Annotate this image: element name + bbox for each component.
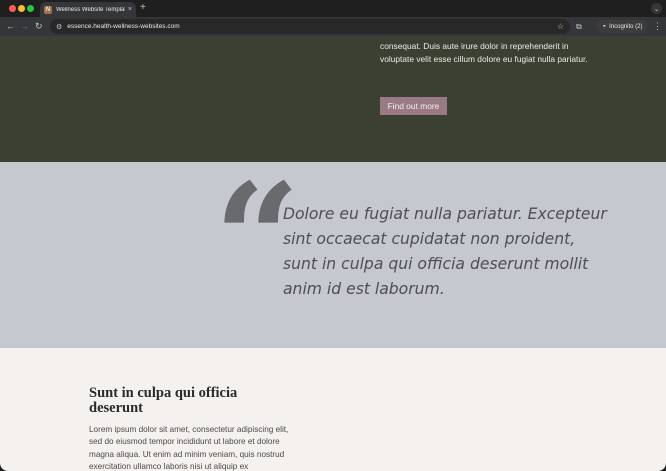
web-page: consequat. Duis aute irure dolor in repr…	[0, 36, 666, 471]
incognito-label: Incognito (2)	[609, 23, 643, 30]
browser-tab[interactable]: N Wellness Website Template - ×	[40, 2, 136, 17]
bookmark-star-icon[interactable]: ☆	[557, 22, 564, 31]
url-text: essence.health-wellness-websites.com	[67, 23, 180, 30]
minimize-window-button[interactable]	[18, 5, 25, 12]
section-title: Sunt in culpa qui officia deserunt	[89, 385, 238, 416]
title-bar: N Wellness Website Template - × + ⌄	[0, 0, 666, 17]
quote-text: Dolore eu fugiat nulla pariatur. Excepte…	[283, 205, 607, 298]
tab-close-icon[interactable]: ×	[128, 6, 132, 13]
new-tab-button[interactable]: +	[140, 3, 146, 13]
forward-arrow-icon[interactable]: →	[20, 21, 29, 31]
reload-icon[interactable]: ↻	[35, 21, 43, 31]
tab-title: Wellness Website Template -	[56, 6, 125, 13]
browser-toolbar: ← → ↻ ⚙ essence.health-wellness-websites…	[0, 17, 666, 36]
incognito-icon: ◓	[602, 23, 607, 30]
extensions-puzzle-icon[interactable]: ⧉	[576, 22, 582, 31]
browser-window: N Wellness Website Template - × + ⌄ ← → …	[0, 0, 666, 471]
site-favicon-icon: N	[44, 5, 52, 14]
menu-kebab-icon[interactable]: ⋮	[653, 21, 662, 31]
address-bar[interactable]: ⚙ essence.health-wellness-websites.com ☆	[50, 19, 570, 34]
find-out-more-button[interactable]: Find out more	[380, 97, 447, 115]
section-body: Lorem ipsum dolor sit amet, consectetur …	[89, 425, 289, 471]
quote-section: “ Dolore eu fugiat nulla pariatur. Excep…	[0, 162, 666, 348]
close-window-button[interactable]	[9, 5, 16, 12]
hero-paragraph: consequat. Duis aute irure dolor in repr…	[380, 41, 588, 64]
maximize-window-button[interactable]	[27, 5, 34, 12]
back-arrow-icon[interactable]: ←	[6, 21, 15, 31]
tab-search-chevron-icon[interactable]: ⌄	[651, 3, 662, 14]
content-section: Sunt in culpa qui officia deserunt Lorem…	[0, 348, 666, 471]
site-info-icon[interactable]: ⚙	[56, 23, 62, 31]
incognito-badge[interactable]: ◓ Incognito (2)	[597, 20, 648, 33]
hero-section: consequat. Duis aute irure dolor in repr…	[0, 36, 666, 162]
